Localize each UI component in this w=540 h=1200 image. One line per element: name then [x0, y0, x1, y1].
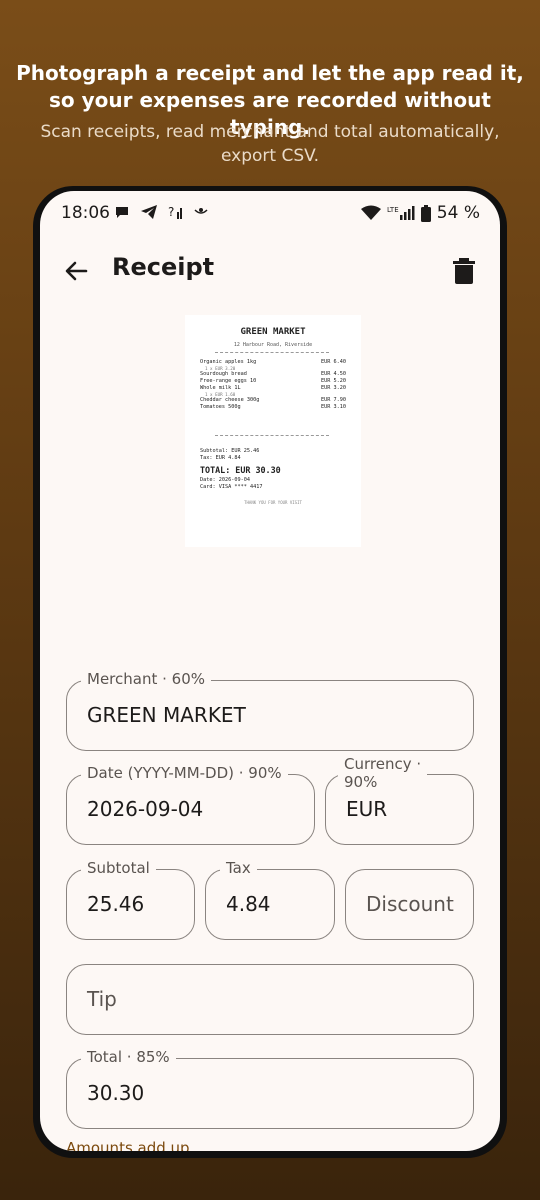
cell-signal-icon: LTE — [387, 206, 415, 220]
receipt-image[interactable]: GREEN MARKET 12 Harbour Road, Riverside … — [185, 315, 361, 547]
receipt-item-name: Sourdough bread — [200, 371, 247, 377]
tip-field-placeholder: Tip — [87, 987, 117, 1011]
receipt-merchant: GREEN MARKET — [240, 327, 306, 337]
receipt-divider — [215, 435, 329, 436]
date-field[interactable]: Date (YYYY-MM-DD) · 90% 2026-09-04 — [66, 764, 315, 845]
battery-percent: 54 % — [436, 203, 480, 223]
delete-button[interactable] — [450, 255, 478, 287]
receipt-item-price: EUR 3.20 — [321, 385, 346, 391]
receipt-item-price: EUR 3.10 — [321, 404, 346, 410]
receipt-item: Cheddar cheese 300g EUR 7.90 — [200, 397, 346, 404]
receipt-item-name: Organic apples 1kg — [200, 359, 257, 365]
merchant-field[interactable]: Merchant · 60% GREEN MARKET — [66, 670, 474, 751]
receipt-date: Date: 2026-09-04 — [200, 477, 250, 483]
system-icons: LTE 54 % — [360, 203, 480, 223]
trash-icon — [453, 258, 475, 284]
wifi-icon — [360, 205, 381, 220]
currency-label-line: 90% — [344, 773, 378, 791]
back-button[interactable] — [60, 255, 92, 287]
top-app-bar: Receipt — [40, 247, 500, 295]
receipt-item-name: Free-range eggs 10 — [200, 378, 257, 384]
currency-field-value: EUR — [346, 797, 388, 821]
discount-field-placeholder: Discount — [366, 892, 454, 916]
merchant-field-label: Merchant · 60% — [81, 670, 211, 688]
status-bar: 18:06 ? LTE 54 % — [40, 191, 500, 231]
receipt-thanks: THANK YOU FOR YOUR VISIT — [244, 500, 302, 505]
receipt-item-name: Whole milk 1L — [200, 385, 241, 391]
receipt-subtotal: Subtotal: EUR 25.46 — [200, 448, 260, 454]
merchant-field-value: GREEN MARKET — [87, 703, 246, 727]
page-title: Receipt — [112, 253, 215, 281]
date-field-label: Date (YYYY-MM-DD) · 90% — [81, 764, 288, 782]
promo-subtitle-line: Scan receipts, read merchant and total a… — [40, 122, 500, 142]
date-field-value: 2026-09-04 — [87, 797, 204, 821]
phone-frame: 18:06 ? LTE 54 % Receipt GREEN MARKET 12… — [33, 186, 507, 1158]
receipt-divider — [215, 352, 329, 353]
subtotal-field[interactable]: Subtotal 25.46 — [66, 859, 195, 940]
receipt-card: Card: VISA **** 4417 — [200, 484, 263, 490]
total-field-label: Total · 85% — [81, 1048, 176, 1066]
tax-field[interactable]: Tax 4.84 — [205, 859, 335, 940]
receipt-tax: Tax: EUR 4.84 — [200, 455, 241, 461]
amounts-helper-text: Amounts add up — [66, 1139, 190, 1151]
receipt-item-price: EUR 5.20 — [321, 378, 346, 384]
total-field-value: 30.30 — [87, 1081, 145, 1105]
promo-headline-line: Photograph a receipt and let the app rea… — [16, 61, 524, 85]
receipt-item: Tomatoes 500g EUR 3.10 — [200, 404, 346, 411]
receipt-item-name: Cheddar cheese 300g — [200, 397, 260, 403]
chat-bubble-icon — [116, 207, 128, 218]
receipt-item: Sourdough bread EUR 4.50 — [200, 371, 346, 378]
battery-icon — [420, 204, 431, 222]
receipt-item-price: EUR 4.50 — [321, 371, 346, 377]
receipt-item: Whole milk 1L EUR 3.20 — [200, 385, 346, 392]
phone-screen: 18:06 ? LTE 54 % Receipt GREEN MARKET 12… — [40, 191, 500, 1151]
receipt-item-name: Tomatoes 500g — [200, 404, 241, 410]
total-field[interactable]: Total · 85% 30.30 — [66, 1048, 474, 1129]
telegram-icon — [141, 205, 157, 219]
receipt-items: Organic apples 1kg EUR 6.40 1 x EUR 3.20 … — [200, 359, 346, 411]
eye-icon — [194, 208, 208, 214]
receipt-item-price: EUR 7.90 — [321, 397, 346, 403]
receipt-item: Free-range eggs 10 EUR 5.20 — [200, 378, 346, 385]
currency-field[interactable]: Currency · 90% EUR — [325, 755, 474, 845]
network-type-label: LTE — [387, 206, 399, 214]
tax-field-label: Tax — [220, 859, 257, 877]
receipt-item: Organic apples 1kg EUR 6.40 — [200, 359, 346, 366]
notification-icons: ? — [114, 204, 208, 220]
status-time: 18:06 — [61, 203, 110, 223]
subtotal-field-label: Subtotal — [81, 859, 156, 877]
discount-field[interactable]: Discount — [345, 869, 474, 940]
receipt-total: TOTAL: EUR 30.30 — [200, 465, 281, 475]
currency-label-line: Currency · — [344, 755, 422, 773]
promo-subtitle: Scan receipts, read merchant and total a… — [10, 120, 530, 168]
currency-field-label: Currency · 90% — [338, 755, 428, 791]
receipt-totals: Subtotal: EUR 25.46 Tax: EUR 4.84 TOTAL:… — [200, 448, 346, 491]
svg-text:?: ? — [168, 205, 174, 219]
tip-field[interactable]: Tip — [66, 964, 474, 1035]
tax-field-value: 4.84 — [226, 892, 271, 916]
no-signal-icon: ? — [168, 205, 182, 219]
receipt-item-price: EUR 6.40 — [321, 359, 346, 365]
promo-subtitle-line: export CSV. — [221, 146, 319, 166]
arrow-back-icon — [65, 261, 88, 281]
receipt-address: 12 Harbour Road, Riverside — [233, 342, 313, 348]
subtotal-field-value: 25.46 — [87, 892, 145, 916]
